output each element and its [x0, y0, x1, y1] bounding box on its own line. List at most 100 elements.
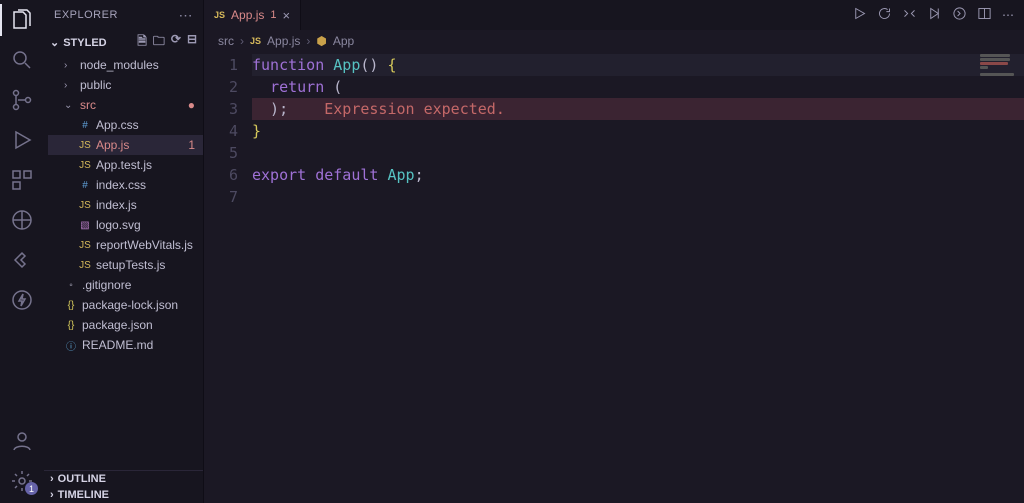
folder-src[interactable]: ⌄ src ●: [48, 95, 203, 115]
collapse-icon[interactable]: ⊟: [187, 32, 197, 53]
error-count: 1: [188, 138, 195, 152]
refresh-icon[interactable]: ⟳: [171, 32, 181, 53]
code-line[interactable]: export default App;: [252, 164, 1024, 186]
file-index.js[interactable]: JS index.js: [48, 195, 203, 215]
file-type-icon: JS: [78, 140, 92, 151]
remote-icon[interactable]: [10, 208, 34, 232]
tab-label: App.js: [231, 8, 264, 22]
file-reportWebVitals.js[interactable]: JS reportWebVitals.js: [48, 235, 203, 255]
code-area[interactable]: function App() { return ( ); Expression …: [252, 52, 1024, 503]
file-label: setupTests.js: [96, 258, 165, 272]
file-type-icon: JS: [78, 240, 92, 251]
symbol-icon: ⬢: [316, 34, 326, 48]
project-name: STYLED: [63, 37, 106, 49]
code-line[interactable]: return (: [252, 76, 1024, 98]
folder-public[interactable]: › public: [48, 75, 203, 95]
chevron-right-icon: ›: [50, 489, 54, 501]
file-index.css[interactable]: # index.css: [48, 175, 203, 195]
error-dot-icon: ●: [188, 98, 195, 112]
file-logo.svg[interactable]: ▧ logo.svg: [48, 215, 203, 235]
file-README.md[interactable]: ⓘREADME.md: [48, 335, 203, 355]
file-label: index.css: [96, 178, 146, 192]
explorer-icon[interactable]: [10, 8, 34, 32]
settings-badge: 1: [25, 482, 38, 495]
code-line[interactable]: [252, 186, 1024, 208]
outline-label: OUTLINE: [58, 473, 106, 485]
file-type-icon: ▧: [78, 220, 92, 231]
breadcrumb-symbol[interactable]: App: [333, 34, 354, 48]
file-label: package-lock.json: [82, 298, 178, 312]
file-type-icon: JS: [78, 260, 92, 271]
file-setupTests.js[interactable]: JS setupTests.js: [48, 255, 203, 275]
file-label: reportWebVitals.js: [96, 238, 193, 252]
folder-label: node_modules: [80, 58, 159, 72]
compare-icon[interactable]: [902, 6, 917, 24]
tab-error-count: 1: [270, 9, 276, 21]
file-App.js[interactable]: JSApp.js1: [48, 135, 203, 155]
minimap[interactable]: [980, 54, 1020, 77]
code-line[interactable]: }: [252, 120, 1024, 142]
more-actions-icon[interactable]: ⋯: [1002, 8, 1014, 22]
file-App.css[interactable]: # App.css: [48, 115, 203, 135]
file-type-icon: #: [78, 120, 92, 131]
code-line[interactable]: ); Expression expected.: [252, 98, 1024, 120]
file-type-icon: {}: [64, 300, 78, 311]
file-label: package.json: [82, 318, 153, 332]
file-package-lock.json[interactable]: {} package-lock.json: [48, 295, 203, 315]
file-type-icon: ◦: [64, 280, 78, 291]
toggle-aux-icon[interactable]: [952, 6, 967, 24]
folder-label: public: [80, 78, 111, 92]
account-icon[interactable]: [10, 429, 34, 453]
line-gutter: 1234567: [204, 52, 252, 503]
tabbar: JS App.js 1 × ⋯: [204, 0, 1024, 30]
js-icon: JS: [214, 10, 225, 20]
folder-node_modules[interactable]: › node_modules: [48, 55, 203, 75]
search-icon[interactable]: [10, 48, 34, 72]
split-editor-icon[interactable]: [977, 6, 992, 24]
code-line[interactable]: [252, 142, 1024, 164]
file-label: .gitignore: [82, 278, 131, 292]
breadcrumb[interactable]: src › JS App.js › ⬢ App: [204, 30, 1024, 52]
chevron-right-icon: ›: [64, 60, 76, 71]
chevron-right-icon: ›: [64, 80, 76, 91]
live-share-icon[interactable]: [10, 248, 34, 272]
open-changes-icon[interactable]: [927, 6, 942, 24]
run-icon[interactable]: [852, 6, 867, 24]
refresh-run-icon[interactable]: [877, 6, 892, 24]
timeline-section[interactable]: › TIMELINE: [44, 487, 203, 503]
tab-app-js[interactable]: JS App.js 1 ×: [204, 0, 301, 30]
new-file-icon[interactable]: 🗎: [137, 32, 147, 53]
folder-label: src: [80, 98, 96, 112]
code-editor[interactable]: 1234567 function App() { return ( ); Exp…: [204, 52, 1024, 503]
file-package.json[interactable]: {} package.json: [48, 315, 203, 335]
file-label: index.js: [96, 198, 137, 212]
breadcrumb-folder[interactable]: src: [218, 34, 234, 48]
breadcrumb-file[interactable]: App.js: [267, 34, 300, 48]
sidebar-more-icon[interactable]: ⋯: [179, 7, 194, 24]
file-tree: › node_modules › public ⌄ src ● # App.css JSApp.j…: [44, 55, 203, 355]
extensions-icon[interactable]: [10, 168, 34, 192]
outline-section[interactable]: › OUTLINE: [44, 471, 203, 487]
file-App.test.js[interactable]: JSApp.test.js: [48, 155, 203, 175]
editor-main: JS App.js 1 × ⋯ src › JS App.js › ⬢ App …: [204, 0, 1024, 503]
file-type-icon: {}: [64, 320, 78, 331]
file-type-icon: ⓘ: [64, 338, 78, 353]
chevron-right-icon: ›: [50, 473, 54, 485]
project-section-header[interactable]: ⌄ STYLED 🗎 🗀 ⟳ ⊟: [44, 30, 203, 55]
run-debug-icon[interactable]: [10, 128, 34, 152]
file-type-icon: JS: [78, 160, 92, 171]
source-control-icon[interactable]: [10, 88, 34, 112]
close-icon[interactable]: ×: [283, 8, 291, 23]
file-label: App.css: [96, 118, 139, 132]
file-type-icon: JS: [78, 200, 92, 211]
activity-bar: 1: [0, 0, 44, 503]
lightning-icon[interactable]: [10, 288, 34, 312]
file-.gitignore[interactable]: ◦ .gitignore: [48, 275, 203, 295]
explorer-sidebar: EXPLORER ⋯ ⌄ STYLED 🗎 🗀 ⟳ ⊟ ›node_module…: [44, 0, 204, 503]
code-line[interactable]: function App() {: [252, 54, 1024, 76]
file-label: logo.svg: [96, 218, 141, 232]
settings-icon[interactable]: 1: [10, 469, 34, 493]
file-type-icon: #: [78, 180, 92, 191]
chevron-down-icon: ⌄: [64, 100, 76, 111]
new-folder-icon[interactable]: 🗀: [153, 32, 165, 53]
